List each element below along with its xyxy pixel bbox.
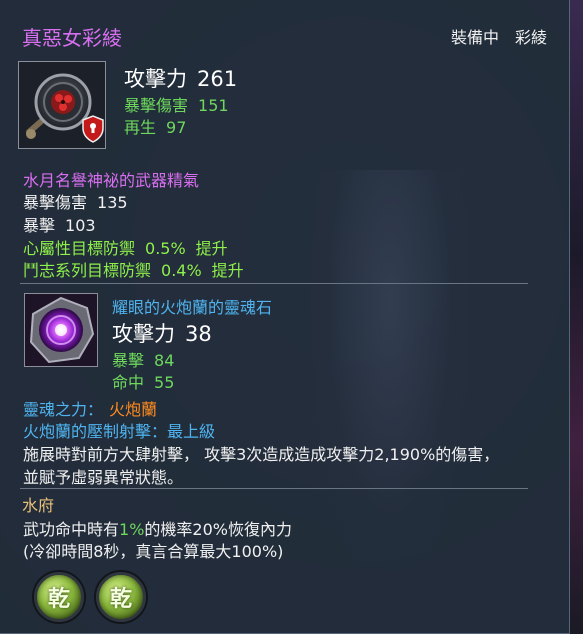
essence-stat-value: 103	[65, 216, 96, 235]
essence-bonus-row: 心屬性目標防禦 0.5% 提升	[23, 235, 228, 259]
essence-stat-row: 暴擊 103	[23, 212, 96, 236]
set-effect-text-a: 武功命中時有	[23, 520, 120, 539]
essence-bonus-value: 0.4%	[161, 261, 202, 280]
weapon-stat-row: 再生 97	[124, 114, 186, 138]
soul-skill-desc-line2: 並賦予虛弱異常狀態。	[23, 468, 184, 487]
weapon-stat-label: 暴擊傷害	[124, 96, 189, 115]
equip-name: 彩綾	[515, 28, 548, 47]
soul-skill-desc-line1: 施展時對前方大肆射擊， 攻擊3次造成造成攻擊力2,190%的傷害，	[23, 445, 500, 464]
background-character	[300, 170, 480, 610]
soul-attack: 攻擊力 38	[112, 318, 212, 348]
essence-bonus-row: 鬥志系列目標防禦 0.4% 提升	[23, 257, 244, 281]
equip-status: 裝備中 彩綾	[451, 24, 547, 48]
weapon-stat-row: 暴擊傷害 151	[124, 92, 229, 116]
soul-stone-icon[interactable]	[24, 293, 98, 367]
essence-stat-label: 暴擊	[23, 216, 56, 235]
soul-stat-row: 命中 55	[112, 369, 174, 393]
soul-power-value: 火炮蘭	[109, 400, 158, 419]
soul-stat-label: 暴擊	[112, 351, 145, 370]
soul-attack-value: 38	[185, 322, 212, 346]
background-edge	[570, 0, 583, 634]
qian-gem-icon[interactable]: 乾	[34, 572, 84, 622]
soul-stat-row: 暴擊 84	[112, 347, 174, 371]
set-effect-title: 水府	[22, 496, 55, 515]
essence-bonus-label: 心屬性目標防禦	[23, 239, 136, 258]
weapon-stat-value: 97	[166, 118, 187, 137]
soul-power: 靈魂之力： 火炮蘭	[23, 396, 157, 420]
essence-bonus-label: 鬥志系列目標防禦	[23, 261, 152, 280]
essence-stat-label: 暴擊傷害	[23, 193, 88, 212]
essence-bonus-suffix: 提升	[211, 261, 244, 280]
soul-stat-value: 84	[154, 351, 175, 370]
soul-skill: 火炮蘭的壓制射擊：最上級	[23, 422, 216, 441]
soul-stat-label: 命中	[112, 373, 145, 392]
essence-bonus-suffix: 提升	[195, 239, 228, 258]
essence-bonus-value: 0.5%	[145, 239, 186, 258]
essence-stat-value: 135	[97, 193, 128, 212]
weapon-stat-value: 151	[198, 96, 229, 115]
set-effect-line2: (冷卻時間8秒，真言合算最大100%)	[23, 542, 284, 561]
soul-power-label: 靈魂之力：	[23, 400, 104, 419]
qian-gem-icon[interactable]: 乾	[96, 572, 146, 622]
section-divider	[20, 488, 528, 489]
weapon-attack-label: 攻擊力	[124, 67, 187, 91]
soul-stat-value: 55	[154, 373, 175, 392]
weapon-attack: 攻擊力 261	[124, 63, 237, 93]
soul-attack-label: 攻擊力	[112, 322, 175, 346]
item-tooltip: 真惡女彩綾 裝備中 彩綾 攻擊力 261 暴擊傷害 151 再生 97 水月名譽…	[0, 0, 570, 634]
weapon-attack-value: 261	[197, 67, 238, 91]
item-title: 真惡女彩綾	[22, 26, 122, 50]
section-divider	[20, 283, 528, 284]
weapon-stat-label: 再生	[124, 118, 157, 137]
weapon-medallion-icon[interactable]	[18, 61, 106, 149]
set-effect-text-b: 的機率20%恢復內力	[144, 520, 292, 539]
soul-stone-title: 耀眼的火炮蘭的靈魂石	[112, 298, 273, 317]
essence-title: 水月名譽神祕的武器精氣	[23, 171, 200, 190]
essence-stat-row: 暴擊傷害 135	[23, 189, 128, 213]
set-effect-line1: 武功命中時有1%的機率20%恢復內力	[23, 516, 292, 540]
equip-state: 裝備中	[451, 28, 500, 47]
set-effect-percent: 1%	[119, 520, 145, 539]
